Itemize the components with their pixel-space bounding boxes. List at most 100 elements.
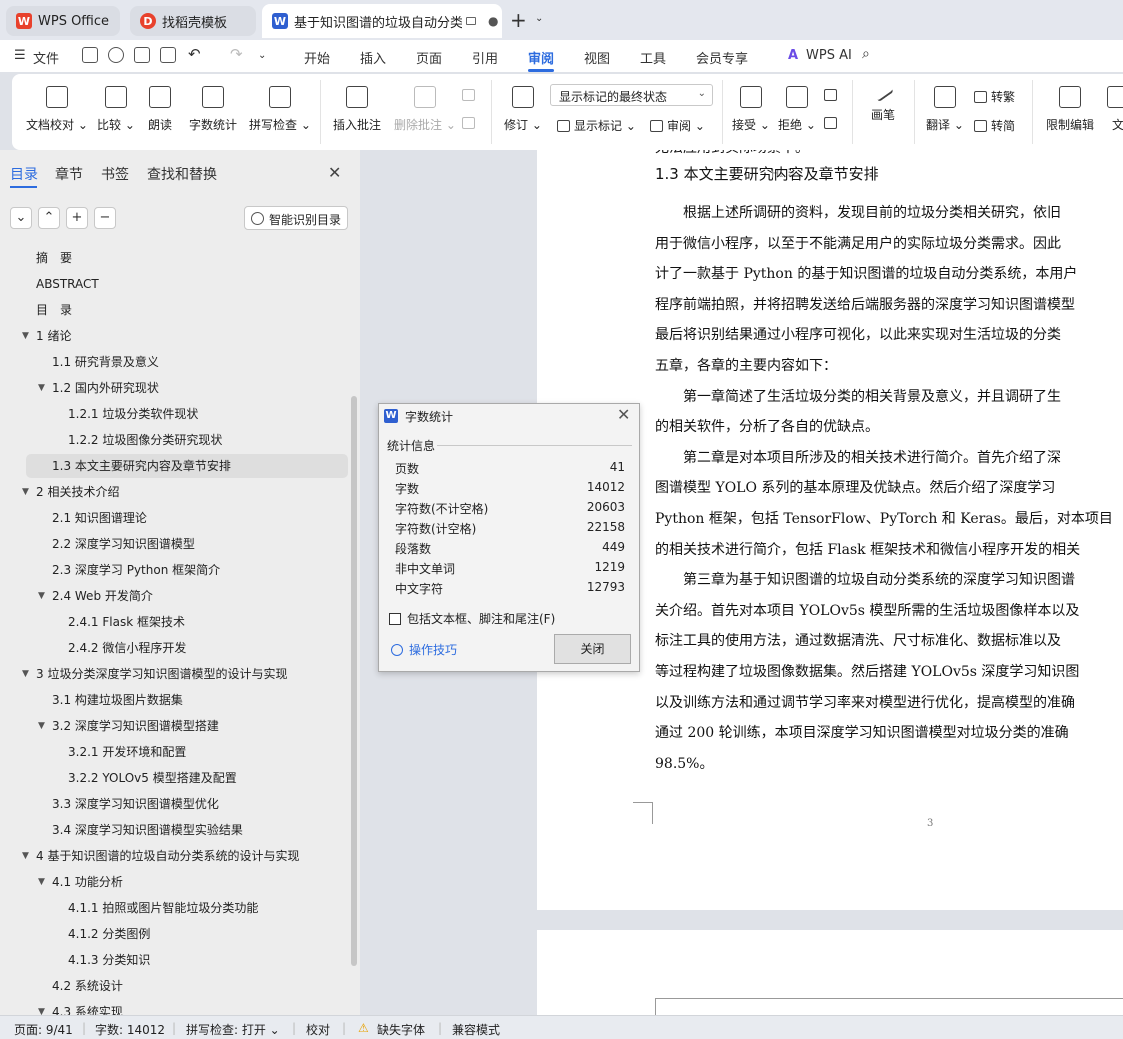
menu-member[interactable]: 会员专享 <box>696 48 748 67</box>
wps-ai-icon[interactable]: A <box>788 48 798 63</box>
menu-start[interactable]: 开始 <box>304 48 330 67</box>
panel-tab-toc[interactable]: 目录 <box>10 164 38 184</box>
toc-item[interactable]: ▼ 4.3 系统实现 <box>0 1000 350 1016</box>
close-icon[interactable]: ✕ <box>328 163 341 182</box>
menu-tools[interactable]: 工具 <box>640 48 666 67</box>
tab-wps-office[interactable]: W WPS Office <box>6 6 120 36</box>
toc-item[interactable]: ▼ 2 相关技术介绍 <box>0 480 350 504</box>
tab-document[interactable]: W 基于知识图谱的垃圾自动分类系 ● <box>262 4 502 38</box>
undo-icon[interactable]: ↶ <box>188 45 201 63</box>
toc-item[interactable]: ▼ 1.2 国内外研究现状 <box>0 376 350 400</box>
search-icon[interactable]: ⌕ <box>862 46 870 62</box>
toc-item[interactable]: ▼ 3.2 深度学习知识图谱模型搭建 <box>0 714 350 738</box>
panel-tab-chapters[interactable]: 章节 <box>55 164 83 184</box>
accept-button[interactable]: 接受 ⌄ <box>732 86 770 133</box>
toc-item[interactable]: ▼ 3 垃圾分类深度学习知识图谱模型的设计与实现 <box>0 662 350 686</box>
toc-item[interactable]: 2.1 知识图谱理论 <box>0 506 350 530</box>
close-icon[interactable]: ✕ <box>617 405 630 424</box>
toc-item[interactable]: 目 录 <box>0 298 350 322</box>
remove-icon[interactable]: − <box>94 207 116 229</box>
expand-arrow-icon[interactable]: ▼ <box>38 376 45 400</box>
menu-page[interactable]: 页面 <box>416 48 442 67</box>
doc-more-button[interactable]: 文 <box>1107 86 1123 133</box>
pen-button[interactable]: 画笔 <box>871 81 895 123</box>
review-pane-button[interactable]: 审阅 ⌄ <box>650 117 705 134</box>
menu-wps-ai[interactable]: WPS AI <box>806 48 852 63</box>
save-icon[interactable] <box>82 47 98 63</box>
document-page-next[interactable] <box>537 930 1123 1015</box>
menu-file[interactable]: 文件 <box>33 48 59 67</box>
share-icon[interactable] <box>108 47 124 63</box>
toc-item[interactable]: 摘 要 <box>0 246 350 270</box>
toc-item[interactable]: 2.3 深度学习 Python 框架简介 <box>0 558 350 582</box>
expand-arrow-icon[interactable]: ▼ <box>38 714 45 738</box>
expand-arrow-icon[interactable]: ▼ <box>38 870 45 894</box>
toc-item[interactable]: 1.1 研究背景及意义 <box>0 350 350 374</box>
unsaved-dot-icon[interactable]: ● <box>488 14 498 28</box>
toc-item[interactable]: 3.1 构建垃圾图片数据集 <box>0 688 350 712</box>
toc-item[interactable]: 3.2.1 开发环境和配置 <box>0 740 350 764</box>
toc-item[interactable]: 2.4.1 Flask 框架技术 <box>0 610 350 634</box>
toc-item[interactable]: ▼ 4.1 功能分析 <box>0 870 350 894</box>
chevron-down-icon[interactable]: ⌄ <box>535 13 543 24</box>
reject-button[interactable]: 拒绝 ⌄ <box>778 86 816 133</box>
print-preview-icon[interactable] <box>160 47 176 63</box>
toc-item[interactable]: 3.2.2 YOLOv5 模型搭建及配置 <box>0 766 350 790</box>
markup-mode-select[interactable]: 显示标记的最终状态 ⌄ <box>550 84 713 106</box>
toc-item[interactable]: 4.1.1 拍照或图片智能垃圾分类功能 <box>0 896 350 920</box>
expand-arrow-icon[interactable]: ▼ <box>38 584 45 608</box>
prev-revision-icon[interactable] <box>824 88 841 102</box>
expand-arrow-icon[interactable]: ▼ <box>22 662 29 686</box>
status-missing-font[interactable]: 缺失字体 <box>377 1021 425 1038</box>
panel-tab-bookmarks[interactable]: 书签 <box>101 164 129 184</box>
print-icon[interactable] <box>134 47 150 63</box>
read-aloud-button[interactable]: 朗读 <box>148 86 172 133</box>
expand-arrow-icon[interactable]: ▼ <box>38 1000 45 1016</box>
expand-icon[interactable]: ⌃ <box>38 207 60 229</box>
next-revision-icon[interactable] <box>824 116 841 130</box>
close-button[interactable]: 关闭 <box>554 634 631 664</box>
toc-item[interactable]: ▼ 2.4 Web 开发简介 <box>0 584 350 608</box>
status-words[interactable]: 字数: 14012 <box>95 1021 165 1038</box>
status-page[interactable]: 页面: 9/41 <box>14 1021 73 1038</box>
add-icon[interactable]: + <box>66 207 88 229</box>
expand-arrow-icon[interactable]: ▼ <box>22 480 29 504</box>
tab-template[interactable]: D 找稻壳模板 <box>130 6 256 36</box>
delete-comment-button[interactable]: 删除批注 ⌄ <box>394 86 456 133</box>
toc-item[interactable]: ▼ 4 基于知识图谱的垃圾自动分类系统的设计与实现 <box>0 844 350 868</box>
expand-arrow-icon[interactable]: ▼ <box>22 324 29 348</box>
collapse-icon[interactable]: ⌄ <box>10 207 32 229</box>
toc-item[interactable]: ▼ 1 绪论 <box>0 324 350 348</box>
status-proof[interactable]: 校对 <box>306 1021 330 1038</box>
toc-item[interactable]: 1.2.2 垃圾图像分类研究现状 <box>0 428 350 452</box>
doc-check-button[interactable]: 文档校对 ⌄ <box>26 86 88 133</box>
new-tab-button[interactable]: + <box>510 10 527 30</box>
chevron-down-icon[interactable]: ⌄ <box>258 50 266 61</box>
status-spell-check[interactable]: 拼写检查: 打开 ⌄ <box>186 1021 280 1038</box>
compare-button[interactable]: 比较 ⌄ <box>97 86 135 133</box>
revise-button[interactable]: 修订 ⌄ <box>504 86 542 133</box>
redo-icon[interactable]: ↷ <box>230 45 243 63</box>
to-traditional-button[interactable]: 转繁 <box>974 88 1015 105</box>
toc-item[interactable]: 4.1.2 分类图例 <box>0 922 350 946</box>
toc-item[interactable]: 4.1.3 分类知识 <box>0 948 350 972</box>
toc-item[interactable]: 2.2 深度学习知识图谱模型 <box>0 532 350 556</box>
toc-item[interactable]: 3.3 深度学习知识图谱模型优化 <box>0 792 350 816</box>
toc-item[interactable]: 3.4 深度学习知识图谱模型实验结果 <box>0 818 350 842</box>
word-count-button[interactable]: 字数统计 <box>189 86 237 133</box>
toc-item[interactable]: 1.2.1 垃圾分类软件现状 <box>0 402 350 426</box>
toc-item[interactable]: 4.2 系统设计 <box>0 974 350 998</box>
to-simplified-button[interactable]: 转简 <box>974 117 1015 134</box>
spell-check-button[interactable]: 拼写检查 ⌄ <box>249 86 311 133</box>
translate-button[interactable]: 翻译 ⌄ <box>926 86 964 133</box>
next-comment-icon[interactable] <box>462 116 479 130</box>
include-textbox-checkbox[interactable]: 包括文本框、脚注和尾注(F) <box>389 610 555 627</box>
scrollbar[interactable] <box>351 396 357 966</box>
smart-toc-button[interactable]: 智能识别目录 <box>244 206 348 230</box>
menu-insert[interactable]: 插入 <box>360 48 386 67</box>
prev-comment-icon[interactable] <box>462 88 479 102</box>
insert-comment-button[interactable]: 插入批注 <box>333 86 381 133</box>
restrict-edit-button[interactable]: 限制编辑 <box>1046 86 1094 133</box>
toc-item[interactable]: ABSTRACT <box>0 272 350 296</box>
menu-view[interactable]: 视图 <box>584 48 610 67</box>
